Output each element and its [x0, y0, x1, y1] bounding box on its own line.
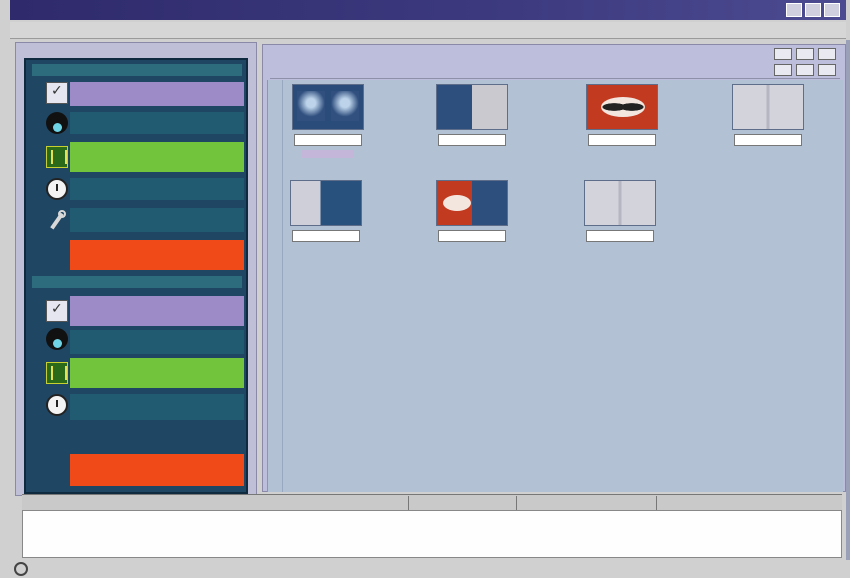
thumbnail-caption: [438, 134, 506, 146]
thumbnail-image: [292, 84, 364, 130]
thumbnail-item[interactable]: [426, 84, 520, 170]
view-mode-button[interactable]: [774, 64, 792, 76]
menu-bar: [10, 22, 846, 39]
sidebar-item[interactable]: [70, 208, 244, 232]
thumbnail-item[interactable]: [722, 84, 816, 170]
view-toolbar: [764, 46, 842, 80]
view-mode-button[interactable]: [796, 64, 814, 76]
window-controls: [786, 3, 840, 17]
thumbnail-item[interactable]: [574, 180, 668, 266]
content-toolbar: [270, 70, 840, 79]
thumbnail-caption: [292, 230, 360, 242]
person-icon: [46, 328, 68, 350]
thumbnail-caption: [438, 230, 506, 242]
grid-icon: [46, 146, 68, 168]
thumbnail-caption: [294, 134, 362, 146]
thumbnail-image: [290, 180, 362, 226]
status-separator: [656, 496, 657, 510]
section-header[interactable]: [32, 276, 242, 288]
sidebar-item[interactable]: [70, 330, 244, 354]
status-bar: [22, 494, 842, 511]
sidebar-item[interactable]: [70, 82, 244, 106]
thumbnail-image: [436, 84, 508, 130]
sidebar-item[interactable]: [70, 358, 244, 388]
person-icon: [46, 112, 68, 134]
thumbnail-item[interactable]: [280, 180, 374, 266]
app-window: [0, 0, 850, 578]
sidebar-item[interactable]: [70, 240, 244, 270]
status-separator: [408, 496, 409, 510]
thumbnail-item[interactable]: [426, 180, 520, 266]
sidebar-item[interactable]: [70, 112, 244, 134]
thumbnail-caption: [588, 134, 656, 146]
checklist-icon: [46, 82, 68, 104]
status-separator: [516, 496, 517, 510]
log-panel[interactable]: [22, 510, 842, 558]
view-mode-button[interactable]: [774, 48, 792, 60]
clock-icon: [46, 178, 68, 200]
thumbnail-image: [436, 180, 508, 226]
view-mode-button[interactable]: [818, 64, 836, 76]
thumbnail-item[interactable]: [282, 84, 376, 170]
settings-icon[interactable]: [14, 562, 28, 576]
thumbnail-caption: [586, 230, 654, 242]
maximize-button[interactable]: [805, 3, 821, 17]
thumbnail-caption: [734, 134, 802, 146]
view-mode-button[interactable]: [796, 48, 814, 60]
grid-icon: [46, 362, 68, 384]
checklist-icon: [46, 300, 68, 322]
thumbnail-image: [584, 180, 656, 226]
view-mode-button[interactable]: [818, 48, 836, 60]
section-header[interactable]: [32, 64, 242, 76]
bottom-bar: [0, 560, 850, 578]
sidebar-item[interactable]: [70, 178, 244, 200]
sidebar-item[interactable]: [70, 454, 244, 486]
sidebar-item[interactable]: [70, 296, 244, 326]
wrench-icon: [46, 210, 68, 232]
sidebar: [24, 58, 248, 494]
close-button[interactable]: [824, 3, 840, 17]
thumbnail-selection: [302, 150, 354, 158]
title-bar[interactable]: [10, 0, 846, 20]
sidebar-item[interactable]: [70, 142, 244, 172]
thumbnail-item[interactable]: [576, 84, 670, 170]
thumbnail-image: [586, 84, 658, 130]
sidebar-item[interactable]: [70, 394, 244, 420]
thumbnail-image: [732, 84, 804, 130]
clock-icon: [46, 394, 68, 416]
window-edge: [846, 40, 850, 560]
minimize-button[interactable]: [786, 3, 802, 17]
